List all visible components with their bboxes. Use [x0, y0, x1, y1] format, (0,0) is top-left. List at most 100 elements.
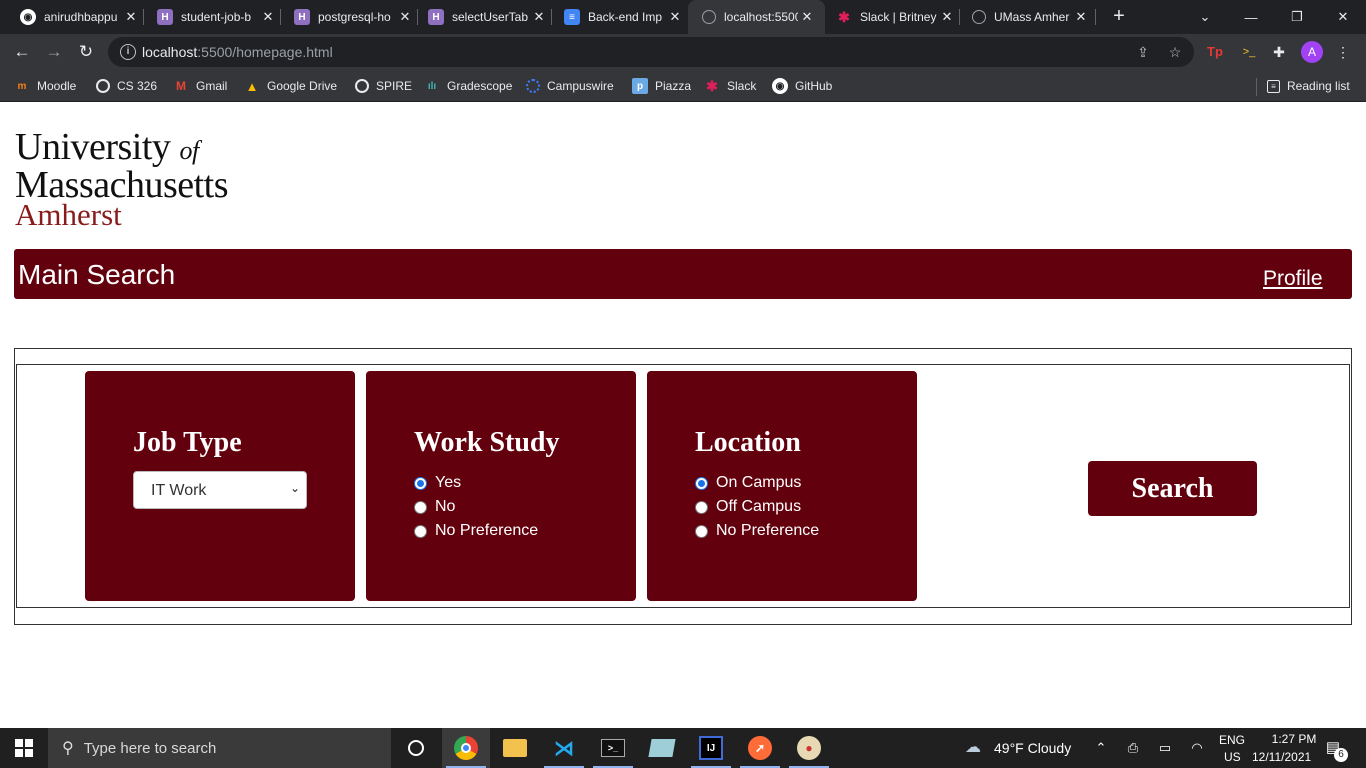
browser-tab[interactable]: UMass Amher ✕ — [952, 0, 1096, 34]
radio-button[interactable] — [695, 500, 708, 514]
taskbar-search-box[interactable]: ⚲ Type here to search — [48, 728, 391, 768]
work-study-card: Work Study Yes No No Preference — [366, 371, 636, 601]
work-study-option-no[interactable]: No — [414, 496, 455, 518]
piazza-icon: p — [632, 78, 648, 94]
bookmark-google-drive[interactable]: ▲ Google Drive — [244, 77, 337, 95]
radio-button[interactable] — [414, 500, 427, 514]
chevron-down-icon: ⌄ — [289, 481, 300, 495]
taskbar-vscode[interactable]: ⋊ — [540, 728, 588, 768]
vscode-icon: ⋊ — [554, 737, 574, 760]
tab-close-icon[interactable]: ✕ — [800, 9, 814, 25]
radio-label: Off Campus — [716, 498, 802, 515]
gradescope-icon: ılı — [427, 80, 437, 92]
share-icon[interactable]: ⇪ — [1134, 43, 1152, 61]
taskbar-terminal[interactable]: >_ — [589, 728, 637, 768]
tab-search-chevron-icon[interactable]: ⌄ — [1182, 0, 1228, 34]
taskbar-chrome[interactable] — [442, 728, 490, 768]
address-bar[interactable]: i localhost:5500/homepage.html ⇪ ☆ — [108, 37, 1194, 67]
browser-tab[interactable]: ✱ Slack | Britney ✕ — [816, 0, 960, 34]
radio-button[interactable] — [695, 524, 708, 538]
paint-palette-icon: ● — [797, 736, 821, 760]
radio-button[interactable] — [414, 524, 427, 538]
work-study-option-no-preference[interactable]: No Preference — [414, 520, 538, 542]
profile-avatar[interactable]: A — [1301, 41, 1323, 63]
browser-tab[interactable]: H postgresql-ho ✕ — [274, 0, 418, 34]
extension-tp-icon[interactable]: Tp — [1204, 41, 1226, 63]
location-heading: Location — [695, 427, 801, 458]
tab-close-icon[interactable]: ✕ — [124, 9, 138, 25]
taskbar-file-explorer[interactable] — [491, 728, 539, 768]
forward-arrow-icon[interactable]: → — [42, 40, 66, 64]
umass-amherst-logo: University of Massachusetts Amherst — [15, 128, 229, 230]
back-arrow-icon[interactable]: ← — [10, 40, 34, 64]
github-icon: ◉ — [20, 9, 36, 25]
bookmark-label: Campuswire — [547, 79, 614, 93]
bookmark-cs326[interactable]: CS 326 — [96, 77, 157, 95]
site-info-icon[interactable]: i — [120, 44, 136, 60]
clock-time[interactable]: 1:27 PM — [1262, 732, 1326, 746]
job-type-select[interactable]: IT Work ⌄ — [133, 471, 307, 509]
bookmark-gradescope[interactable]: ılı Gradescope — [424, 77, 513, 95]
location-option-on-campus[interactable]: On Campus — [695, 472, 801, 494]
work-study-option-yes[interactable]: Yes — [414, 472, 461, 494]
browser-tab[interactable]: ◉ anirudhbappu ✕ — [0, 0, 144, 34]
work-study-heading: Work Study — [414, 427, 560, 458]
restore-button[interactable]: ❐ — [1274, 0, 1320, 34]
taskbar-paint[interactable]: ● — [785, 728, 833, 768]
taskbar-notes-app[interactable] — [638, 728, 686, 768]
browser-tab[interactable]: H selectUserTab ✕ — [408, 0, 552, 34]
bookmark-spire[interactable]: SPIRE — [355, 77, 412, 95]
extensions-puzzle-icon[interactable]: ✚ — [1268, 41, 1290, 63]
extension-terminal-icon[interactable]: >_ — [1238, 41, 1260, 63]
taskbar-postman[interactable]: ➚ — [736, 728, 784, 768]
language-indicator-top[interactable]: ENG — [1219, 733, 1245, 747]
radio-button[interactable] — [695, 476, 708, 490]
taskbar-intellij[interactable]: IJ — [687, 728, 735, 768]
weather-text[interactable]: 49°F Cloudy — [994, 740, 1071, 756]
tab-close-icon[interactable]: ✕ — [668, 9, 682, 25]
bookmark-piazza[interactable]: p Piazza — [632, 77, 691, 95]
browser-tab-active[interactable]: localhost:5500 ✕ — [688, 0, 825, 34]
browser-tab[interactable]: ≡ Back-end Imp ✕ — [544, 0, 688, 34]
start-button[interactable] — [0, 728, 48, 768]
radio-label: No Preference — [435, 522, 539, 539]
tab-close-icon[interactable]: ✕ — [261, 9, 275, 25]
meet-now-icon[interactable]: ⎙ — [1124, 739, 1142, 757]
cloudy-weather-icon[interactable]: ☁ — [964, 739, 982, 757]
tab-title: student-job-b — [181, 10, 252, 24]
minimize-button[interactable]: — — [1228, 0, 1274, 34]
bookmark-gmail[interactable]: M Gmail — [173, 77, 227, 95]
clock-date[interactable]: 12/11/2021 — [1252, 750, 1311, 764]
radio-label: Yes — [435, 474, 462, 491]
task-view-button[interactable] — [392, 728, 440, 768]
bookmark-github[interactable]: ◉ GitHub — [772, 77, 832, 95]
reading-list-label: Reading list — [1287, 79, 1350, 93]
new-tab-button[interactable]: + — [1109, 6, 1129, 26]
language-indicator-bottom[interactable]: US — [1224, 750, 1241, 764]
bookmark-label: Gmail — [196, 79, 228, 93]
bookmark-slack[interactable]: ✱ Slack — [704, 77, 756, 95]
close-window-button[interactable]: ✕ — [1320, 0, 1366, 34]
browser-toolbar: ← → ↻ i localhost:5500/homepage.html ⇪ ☆… — [0, 34, 1366, 70]
location-option-off-campus[interactable]: Off Campus — [695, 496, 801, 518]
tab-close-icon[interactable]: ✕ — [1074, 9, 1088, 25]
tab-title: localhost:5500 — [724, 10, 798, 24]
radio-label: No — [435, 498, 456, 515]
search-button[interactable]: Search — [1088, 461, 1257, 516]
profile-link[interactable]: Profile — [1263, 267, 1323, 291]
reload-icon[interactable]: ↻ — [74, 40, 98, 64]
bookmark-moodle[interactable]: m Moodle — [14, 77, 77, 95]
browser-menu-icon[interactable]: ⋮ — [1332, 41, 1354, 63]
chrome-icon — [454, 736, 478, 760]
bookmark-star-icon[interactable]: ☆ — [1166, 43, 1184, 61]
bookmark-campuswire[interactable]: Campuswire — [526, 77, 614, 95]
browser-tab[interactable]: H student-job-b ✕ — [137, 0, 281, 34]
radio-button[interactable] — [414, 476, 427, 490]
url-text[interactable]: localhost:5500/homepage.html — [142, 44, 333, 60]
location-option-no-preference[interactable]: No Preference — [695, 520, 819, 542]
battery-icon[interactable]: ▭ — [1156, 739, 1174, 757]
bookmark-label: SPIRE — [376, 79, 413, 93]
show-hidden-icons-chevron-icon[interactable]: ⌃ — [1092, 739, 1110, 757]
reading-list-button[interactable]: ≡ Reading list — [1267, 77, 1350, 95]
wifi-icon[interactable]: ◠ — [1188, 739, 1206, 757]
